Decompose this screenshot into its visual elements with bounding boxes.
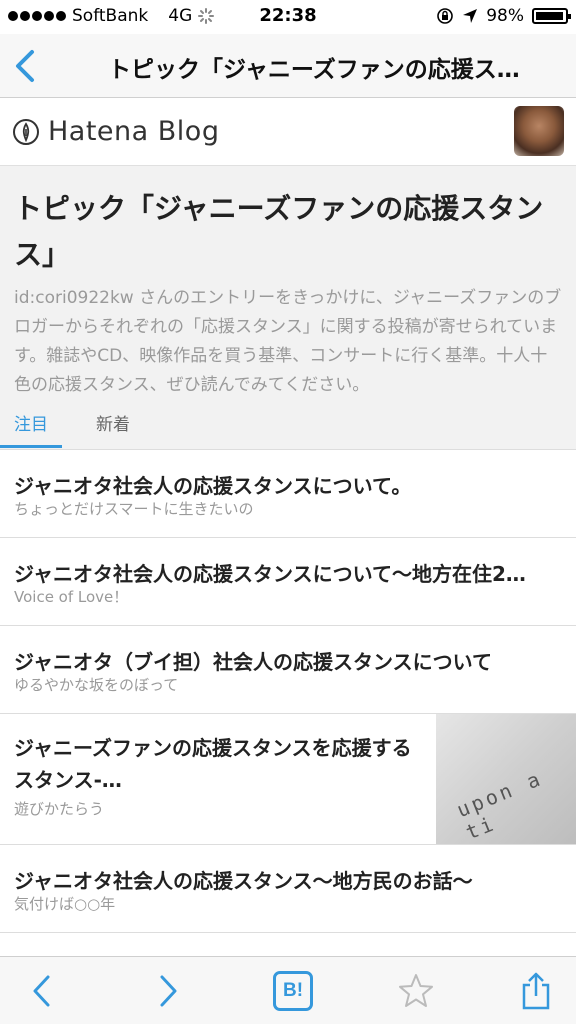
topic-title: トピック「ジャニーズファンの応援スタンス」 xyxy=(14,192,544,271)
list-item[interactable]: ジャニオタ（ブイ担）社会人の応援スタンスについて ゆるやかな坂をのぼって xyxy=(0,626,576,714)
star-button[interactable] xyxy=(396,971,436,1011)
bottom-toolbar: B! xyxy=(0,956,576,1024)
chevron-right-icon xyxy=(160,975,177,1007)
brand-name: Hatena Blog xyxy=(48,116,220,147)
battery-icon xyxy=(532,8,571,24)
list-item[interactable]: ジャニオタ社会人の応援スタンス〜地方民のお話〜 気付けば○○年 xyxy=(0,845,576,933)
status-bar: SoftBank 4G 22:38 98% xyxy=(0,0,576,34)
list-item[interactable]: ジャニオタ社会人の応援スタンスについて。 ちょっとだけスマートに生きたいの xyxy=(0,450,576,538)
entry-title[interactable]: ジャニーズファンの応援スタンスを応援するスタンス-… xyxy=(14,732,422,796)
rotation-lock-icon xyxy=(437,8,454,24)
share-icon xyxy=(522,972,550,1010)
hatena-pen-icon xyxy=(13,118,39,145)
tab-featured[interactable]: 注目 xyxy=(0,410,62,448)
star-outline-icon xyxy=(399,974,433,1007)
entry-list: ジャニオタ社会人の応援スタンスについて。 ちょっとだけスマートに生きたいの ジャ… xyxy=(0,450,576,973)
entry-title[interactable]: ジャニオタ社会人の応援スタンスについて。 xyxy=(14,470,562,499)
topic-description: id:cori0922kw さんのエントリーをきっかけに、ジャニーズファンのブロ… xyxy=(14,288,562,395)
list-item[interactable]: ジャニーズファンの応援スタンスを応援するスタンス-… 遊びかたらう upon a… xyxy=(0,714,576,845)
battery-fill xyxy=(536,12,564,20)
user-avatar[interactable] xyxy=(514,106,564,156)
location-arrow-icon xyxy=(463,9,478,23)
entry-title[interactable]: ジャニオタ社会人の応援スタンスについて〜地方在住2… xyxy=(14,558,562,587)
entry-blog-name: Voice of Love！ xyxy=(14,588,129,606)
chevron-left-icon xyxy=(33,975,50,1007)
entry-blog-name: 気付けば○○年 xyxy=(14,895,116,913)
entry-title[interactable]: ジャニオタ（ブイ担）社会人の応援スタンスについて xyxy=(14,646,562,675)
forward-button[interactable] xyxy=(148,971,188,1011)
entry-blog-name: ゆるやかな坂をのぼって xyxy=(14,676,179,694)
thumbnail-text: upon a ti xyxy=(453,766,546,844)
brand-bar: Hatena Blog xyxy=(0,98,576,166)
entry-thumbnail[interactable]: upon a ti xyxy=(436,714,576,844)
hatena-bookmark-button[interactable]: B! xyxy=(273,971,313,1011)
entry-blog-name: ちょっとだけスマートに生きたいの xyxy=(14,500,254,518)
list-item[interactable]: ジャニオタ社会人の応援スタンスについて〜地方在住2… Voice of Love… xyxy=(0,538,576,626)
hatena-blog-logo[interactable]: Hatena Blog xyxy=(12,116,219,147)
navigation-bar: トピック「ジャニーズファンの応援ス… xyxy=(0,34,576,98)
battery-percent: 98% xyxy=(486,6,524,26)
tab-new[interactable]: 新着 xyxy=(96,410,130,448)
back-button[interactable] xyxy=(22,971,62,1011)
topic-tabs: 注目 新着 xyxy=(0,410,130,448)
share-button[interactable] xyxy=(516,971,556,1011)
topic-header: トピック「ジャニーズファンの応援スタンス」 id:cori0922kw さんのエ… xyxy=(0,166,576,450)
hatena-bookmark-icon: B! xyxy=(273,971,313,1011)
entry-title[interactable]: ジャニオタ社会人の応援スタンス〜地方民のお話〜 xyxy=(14,865,562,894)
nav-title: トピック「ジャニーズファンの応援ス… xyxy=(108,57,520,83)
chevron-left-icon[interactable] xyxy=(10,46,40,86)
status-right: 98% xyxy=(436,6,571,26)
entry-blog-name: 遊びかたらう xyxy=(14,800,105,818)
